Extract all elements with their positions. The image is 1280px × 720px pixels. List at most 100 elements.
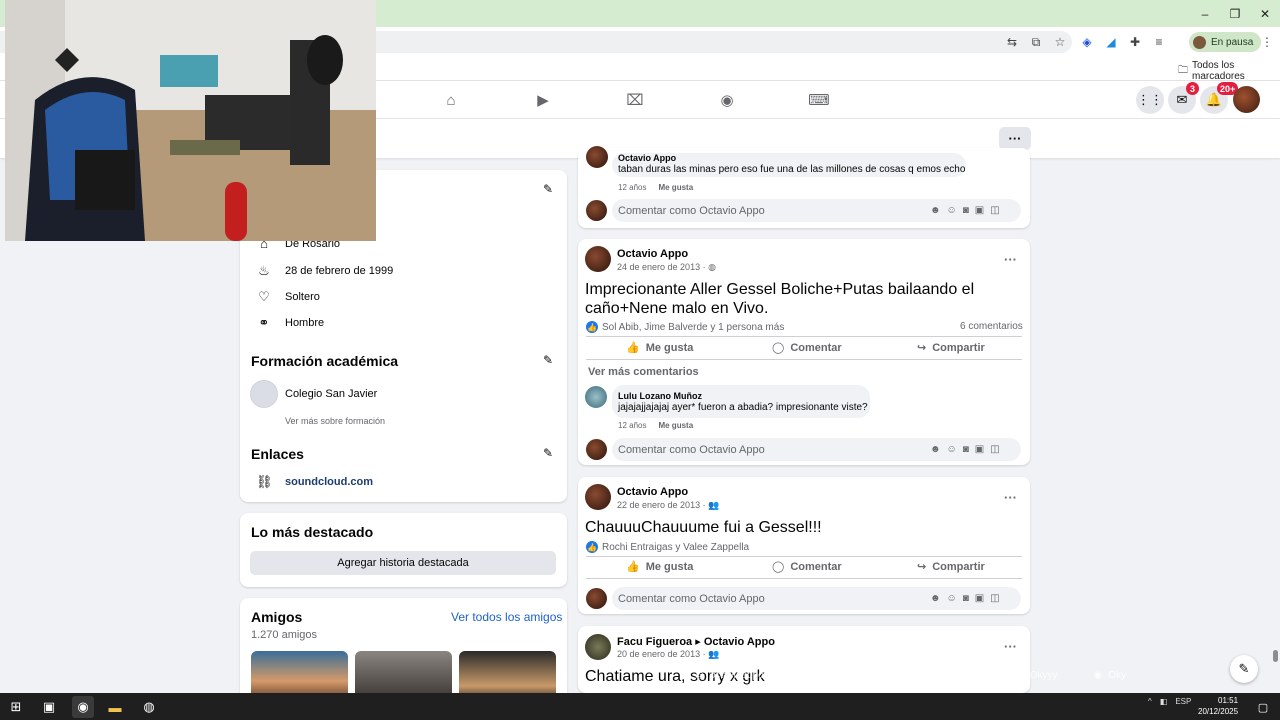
windows-start-icon[interactable]: ⊞ bbox=[5, 696, 27, 718]
camera-icon[interactable]: ◙ bbox=[963, 444, 969, 455]
post-date[interactable]: 22 de enero de 2013 · 👥 bbox=[617, 500, 719, 511]
marketplace-icon[interactable]: ⌧ bbox=[625, 90, 645, 110]
emoji-icon[interactable]: ☺ bbox=[947, 205, 957, 216]
gaming-icon[interactable]: ⌨ bbox=[808, 90, 830, 110]
post-options-icon[interactable]: ··· bbox=[1004, 490, 1017, 505]
avatar-sticker-icon[interactable]: ☻ bbox=[930, 444, 941, 455]
comment-author[interactable]: Octavio Appo bbox=[618, 153, 676, 163]
comment-meta: 12 años Me gusta bbox=[618, 421, 693, 430]
gif-icon[interactable]: ▣ bbox=[975, 444, 984, 455]
puzzle-icon[interactable]: ✚ bbox=[1126, 33, 1144, 51]
sticker-icon[interactable]: ◫ bbox=[990, 444, 999, 455]
translate-icon[interactable]: ⇆ bbox=[1003, 33, 1021, 51]
post-reactions[interactable]: 👍 Rochi Entraigas y Valee Zappella bbox=[586, 541, 749, 553]
comment-button[interactable]: ◯ Comentar bbox=[772, 341, 842, 355]
minimize-button[interactable]: – bbox=[1190, 0, 1220, 27]
share-button[interactable]: ↪ Compartir bbox=[917, 341, 985, 355]
profile-avatar bbox=[1193, 35, 1206, 49]
soundcloud-link[interactable]: soundcloud.com bbox=[285, 476, 373, 488]
share-label: Compartir bbox=[932, 341, 985, 354]
post-author[interactable]: Octavio Appo bbox=[617, 248, 688, 260]
avatar-sticker-icon[interactable]: ☻ bbox=[930, 593, 941, 604]
post-text: Imprecionante Aller Gessel Boliche+Putas… bbox=[585, 281, 975, 317]
post-author[interactable]: Octavio Appo bbox=[617, 486, 688, 498]
post-text: ChauuuChauuume fui a Gessel!!! bbox=[585, 519, 822, 536]
file-explorer-icon[interactable]: ▬ bbox=[104, 696, 126, 718]
comment-like-link[interactable]: Me gusta bbox=[658, 421, 693, 430]
reply-author-avatar[interactable] bbox=[585, 386, 607, 408]
edit-pencil-icon[interactable]: ✎ bbox=[543, 182, 553, 196]
camera-icon[interactable]: ◙ bbox=[963, 205, 969, 216]
network-icon[interactable]: ◧ bbox=[1160, 697, 1168, 706]
post-options-icon[interactable]: ··· bbox=[1004, 252, 1017, 267]
see-all-friends-link[interactable]: Ver todos los amigos bbox=[451, 610, 562, 624]
post-date[interactable]: 24 de enero de 2013 · ◍ bbox=[617, 262, 716, 273]
webcam-feed bbox=[5, 0, 376, 241]
gif-icon[interactable]: ▣ bbox=[975, 593, 984, 604]
install-app-icon[interactable]: ⧉ bbox=[1027, 33, 1045, 51]
obs-app-icon[interactable]: ◍ bbox=[138, 696, 160, 718]
post-reactions[interactable]: 👍 Sol Abib, Jime Balverde y 1 persona má… bbox=[586, 321, 784, 333]
post-author-line: Facu Figueroa ▸ Octavio Appo bbox=[617, 635, 775, 648]
media-app-icon[interactable]: ▣ bbox=[38, 696, 60, 718]
all-bookmarks[interactable]: 🗀 Todos los marcadores bbox=[1178, 60, 1280, 82]
add-highlight-button[interactable]: Agregar historia destacada bbox=[250, 551, 556, 575]
school-name[interactable]: Colegio San Javier bbox=[285, 388, 377, 400]
comment-like-link[interactable]: Me gusta bbox=[658, 183, 693, 192]
camera-icon[interactable]: ◙ bbox=[963, 593, 969, 604]
groups-icon[interactable]: ◉ bbox=[717, 90, 737, 110]
video-icon[interactable]: ▶ bbox=[533, 90, 553, 110]
share-arrow-icon: ↪ bbox=[917, 561, 927, 573]
restore-button[interactable]: ❐ bbox=[1220, 0, 1250, 27]
like-button[interactable]: 👍 Me gusta bbox=[626, 560, 694, 574]
new-message-icon[interactable]: ✎ bbox=[1230, 655, 1258, 683]
taskbar-clock[interactable]: 01:51 20/12/2025 bbox=[1198, 695, 1238, 717]
post-author-avatar[interactable] bbox=[585, 246, 611, 272]
share-button[interactable]: ↪ Compartir bbox=[917, 560, 985, 574]
account-avatar[interactable] bbox=[1233, 86, 1260, 113]
chrome-app-icon[interactable]: ◉ bbox=[72, 696, 94, 718]
post-date[interactable]: 20 de enero de 2013 · 👥 bbox=[617, 649, 719, 660]
folder-icon: 🗀 bbox=[1178, 64, 1188, 76]
close-button[interactable]: ✕ bbox=[1250, 0, 1280, 27]
bookmark-star-icon[interactable]: ☆ bbox=[1051, 33, 1069, 51]
share-label: Compartir bbox=[932, 560, 985, 573]
gif-icon[interactable]: ▣ bbox=[975, 205, 984, 216]
sticker-icon[interactable]: ◫ bbox=[990, 593, 999, 604]
extension-icon[interactable]: ◈ bbox=[1078, 33, 1096, 51]
avatar-sticker-icon[interactable]: ☻ bbox=[930, 205, 941, 216]
post-options-icon[interactable]: ··· bbox=[1004, 639, 1017, 654]
like-label: Me gusta bbox=[645, 560, 694, 573]
home-icon[interactable]: ⌂ bbox=[441, 90, 461, 110]
comment-text: taban duras las minas pero eso fue una d… bbox=[618, 164, 966, 175]
like-button[interactable]: 👍 Me gusta bbox=[626, 341, 693, 355]
chrome-menu-icon[interactable]: ⋮ bbox=[1258, 33, 1276, 51]
notification-center-icon[interactable]: ▢ bbox=[1252, 696, 1274, 718]
webcam-overlay bbox=[5, 0, 376, 241]
post-author-avatar[interactable] bbox=[585, 484, 611, 510]
education-more-link[interactable]: Ver más sobre formación bbox=[285, 416, 385, 426]
comment-label: Comentar bbox=[790, 560, 842, 573]
chevron-up-icon[interactable]: ^ bbox=[1148, 697, 1152, 706]
scrollbar-thumb[interactable] bbox=[1273, 650, 1278, 662]
emoji-icon[interactable]: ☺ bbox=[947, 593, 957, 604]
menu-grid-icon[interactable]: ⋮⋮ bbox=[1136, 86, 1164, 114]
more-comments-link[interactable]: Ver más comentarios bbox=[588, 366, 699, 378]
edit-pencil-icon[interactable]: ✎ bbox=[543, 446, 553, 460]
scrollbar[interactable] bbox=[1271, 160, 1279, 693]
comment-button[interactable]: ◯ Comentar bbox=[772, 560, 842, 574]
profile-paused-chip[interactable]: En pausa bbox=[1189, 32, 1262, 52]
post-author-avatar[interactable] bbox=[585, 634, 611, 660]
profile-more-button[interactable]: ··· bbox=[999, 127, 1031, 150]
reply-text: jajajajjajajaj ayer* fueron a abadia? im… bbox=[618, 402, 868, 413]
sticker-icon[interactable]: ◫ bbox=[990, 205, 999, 216]
media-control-icon[interactable]: ≡ bbox=[1150, 33, 1168, 51]
extension-icon[interactable]: ◢ bbox=[1102, 33, 1120, 51]
emoji-icon[interactable]: ☺ bbox=[947, 444, 957, 455]
reply-author[interactable]: Lulu Lozano Muñoz bbox=[618, 391, 702, 401]
post-author-to[interactable]: Octavio Appo bbox=[704, 636, 775, 648]
post-author-from[interactable]: Facu Figueroa bbox=[617, 636, 692, 648]
edit-pencil-icon[interactable]: ✎ bbox=[543, 353, 553, 367]
language-indicator[interactable]: ESP bbox=[1175, 697, 1191, 706]
comments-count[interactable]: 6 comentarios bbox=[960, 321, 1023, 332]
